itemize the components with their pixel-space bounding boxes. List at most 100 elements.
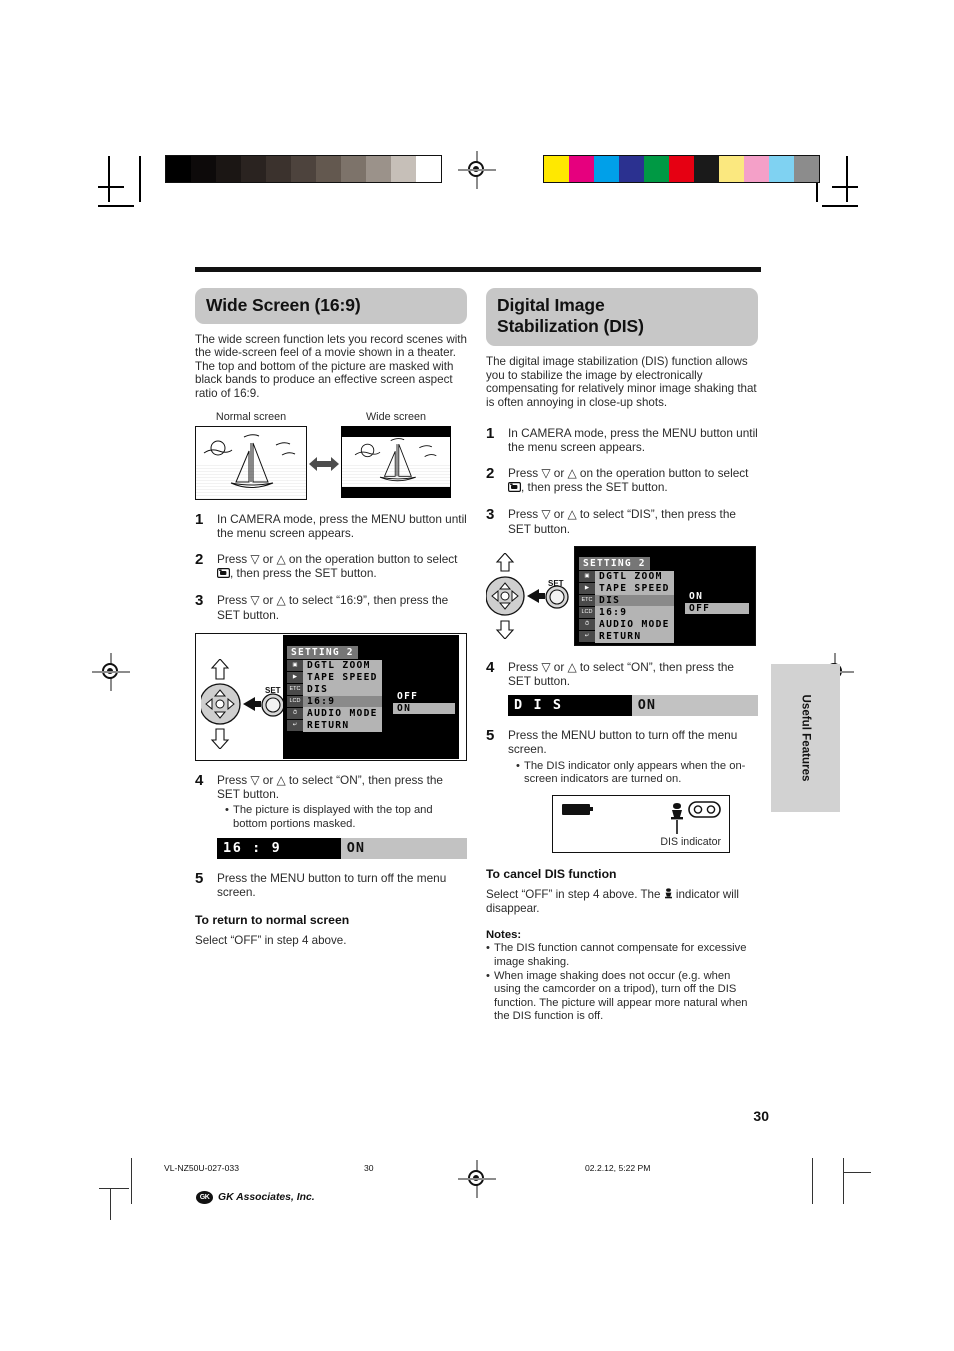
note-text: The DIS function cannot compensate for e… (494, 942, 747, 968)
osd-option-highlighted[interactable]: ON (685, 590, 749, 602)
step-text-after: , then press the SET button. (521, 480, 668, 495)
osd-icon-clock: ⏱ (579, 618, 595, 630)
step-text-after: , then press the SET button. (230, 566, 377, 581)
section-heading-dis: Digital Image Stabilization (DIS) (486, 288, 758, 347)
step-number: 5 (195, 870, 204, 888)
note-item: • The DIS function cannot compensate for … (486, 942, 758, 969)
osd-item[interactable]: 16:9 (595, 607, 674, 618)
swatch (619, 156, 644, 182)
footer-company: GK GK Associates, Inc. (196, 1191, 315, 1204)
step-item: 3 Press ▽ or △ to select “16:9”, then pr… (195, 593, 467, 621)
osd-item[interactable]: RETURN (303, 720, 382, 731)
subsection-text-cancel-dis: Select “OFF” in step 4 above. The indica… (486, 888, 758, 917)
step-text: Press ▽ or △ to select “DIS”, then press… (508, 507, 736, 536)
menu-screen-panel-right: SETTING 2 ▣ ▶ ETC LCD ⏱ ↵ DGTL ZOOM TAPE… (574, 545, 756, 646)
swatch (266, 156, 291, 182)
color-registration-bar (543, 155, 820, 183)
osd-item-selected[interactable]: 16:9 (303, 695, 382, 707)
swatch (719, 156, 744, 182)
osd-item[interactable]: DIS (303, 684, 382, 695)
osd-icon-lcd: LCD (287, 695, 303, 707)
step-item: 1 In CAMERA mode, press the MENU button … (486, 426, 758, 454)
subsection-heading-cancel-dis: To cancel DIS function (486, 866, 617, 881)
footer-doc-id: VL-NZ50U-027-033 (164, 1163, 239, 1173)
osd-title: SETTING 2 (579, 556, 650, 570)
step-item: 5 Press the MENU button to turn off the … (195, 871, 467, 899)
osd-item[interactable]: TAPE SPEED (303, 672, 382, 683)
left-column: Wide Screen (16:9) The wide screen funct… (195, 288, 467, 948)
footer-timestamp: 02.2.12, 5:22 PM (585, 1163, 651, 1173)
swatch (669, 156, 694, 182)
osd-icon-camera: ▣ (287, 659, 303, 671)
normal-screen-caption: Normal screen (215, 410, 287, 423)
osd-icon-column: ▣ ▶ ETC LCD ⏱ ↵ (287, 659, 303, 732)
osd-icon-camera: ▣ (579, 570, 595, 582)
step-bullet: • The DIS indicator only appears when the… (516, 760, 758, 787)
status-bar-16-9: 16 : 9 ON (217, 838, 467, 860)
osd-item[interactable]: RETURN (595, 631, 674, 642)
intro-paragraph-left: The wide screen function lets you record… (195, 332, 467, 401)
osd-option-list-right: ON OFF (685, 590, 749, 615)
osd-option-highlighted[interactable]: OFF (393, 690, 455, 702)
osd-item-list-left: DGTL ZOOM TAPE SPEED DIS 16:9 AUDIO MODE… (303, 659, 382, 732)
step-item: 4 Press ▽ or △ to select “ON”, then pres… (195, 773, 467, 831)
status-bar-label: D I S (508, 695, 569, 717)
status-bar-spacer (287, 838, 341, 860)
header-rule (195, 267, 761, 272)
osd-item-selected[interactable]: DIS (595, 594, 674, 606)
step-text: In CAMERA mode, press the MENU button un… (508, 425, 758, 454)
step-text: Press ▽ or △ to select “ON”, then press … (217, 773, 467, 831)
step-number: 1 (486, 424, 495, 442)
osd-icon-clock: ⏱ (287, 707, 303, 719)
camera-menu-icon (508, 481, 522, 495)
operation-button-diagram: SET (199, 658, 285, 750)
step-text: Press ▽ or △ to select “16:9”, then pres… (217, 593, 449, 622)
swatch (644, 156, 669, 182)
osd-icon-etc: ETC (579, 594, 595, 606)
footer-rule-right2 (843, 1158, 845, 1204)
page-title-right-line1: Digital Image (497, 295, 605, 315)
step-bullet: • The picture is displayed with the top a… (225, 804, 467, 831)
osd-item[interactable]: TAPE SPEED (595, 583, 674, 594)
osd-option[interactable]: OFF (685, 602, 749, 614)
osd-menu-right: SETTING 2 ▣ ▶ ETC LCD ⏱ ↵ DGTL ZOOM TAPE… (575, 546, 755, 645)
tape-counter-icon (688, 800, 721, 818)
step-item: 1 In CAMERA mode, press the MENU button … (195, 512, 467, 540)
crop-mark-bl-v (110, 1188, 112, 1220)
step-item: 4 Press ▽ or △ to select “ON”, then pres… (486, 660, 758, 688)
swatch (769, 156, 794, 182)
sailboat-art (203, 433, 296, 488)
page-number: 30 (753, 1108, 769, 1124)
note-text: When image shaking does not occur (e.g. … (494, 969, 748, 1023)
step-number: 2 (486, 465, 495, 483)
dis-indicator-icons (671, 800, 721, 834)
osd-option[interactable]: ON (393, 702, 455, 714)
status-bar-tail (371, 838, 467, 860)
step-item: 5 Press the MENU button to turn off the … (486, 728, 758, 786)
step-text: Press ▽ or △ to select “ON”, then press … (508, 659, 734, 689)
osd-icon-column: ▣ ▶ ETC LCD ⏱ ↵ (579, 570, 595, 643)
osd-item[interactable]: AUDIO MODE (595, 619, 674, 630)
osd-icon-lcd: LCD (579, 606, 595, 618)
crop-mark-tr2-h (822, 205, 858, 207)
step-number: 5 (486, 727, 495, 745)
swatch (316, 156, 341, 182)
crop-mark-tl-h (98, 186, 124, 188)
footer-page: 30 (364, 1163, 374, 1173)
step-text: Press the MENU button to turn off the me… (508, 728, 758, 786)
osd-icon-return: ↵ (287, 719, 303, 731)
status-bar-spacer (568, 695, 632, 717)
menu-screen-panel-right-wrap: SET SETTING 2 ▣ ▶ ETC LCD ⏱ ↵ DGTL ZOOM … (485, 545, 758, 646)
swatch (594, 156, 619, 182)
osd-item[interactable]: AUDIO MODE (303, 708, 382, 719)
step-item: 2 Press ▽ or △ on the operation button t… (195, 552, 467, 581)
crop-mark-tl2-v (139, 156, 141, 202)
osd-icon-playback: ▶ (579, 582, 595, 594)
page-title-left: Wide Screen (16:9) (206, 295, 361, 315)
osd-item[interactable]: DGTL ZOOM (303, 660, 382, 671)
osd-menu-left: SETTING 2 ▣ ▶ ETC LCD ⏱ ↵ DGTL ZOOM TAPE… (283, 634, 459, 759)
swatch (569, 156, 594, 182)
step-item: 3 Press ▽ or △ to select “DIS”, then pre… (486, 507, 758, 535)
operation-button-diagram: SET (485, 552, 570, 640)
osd-item[interactable]: DGTL ZOOM (595, 571, 674, 582)
